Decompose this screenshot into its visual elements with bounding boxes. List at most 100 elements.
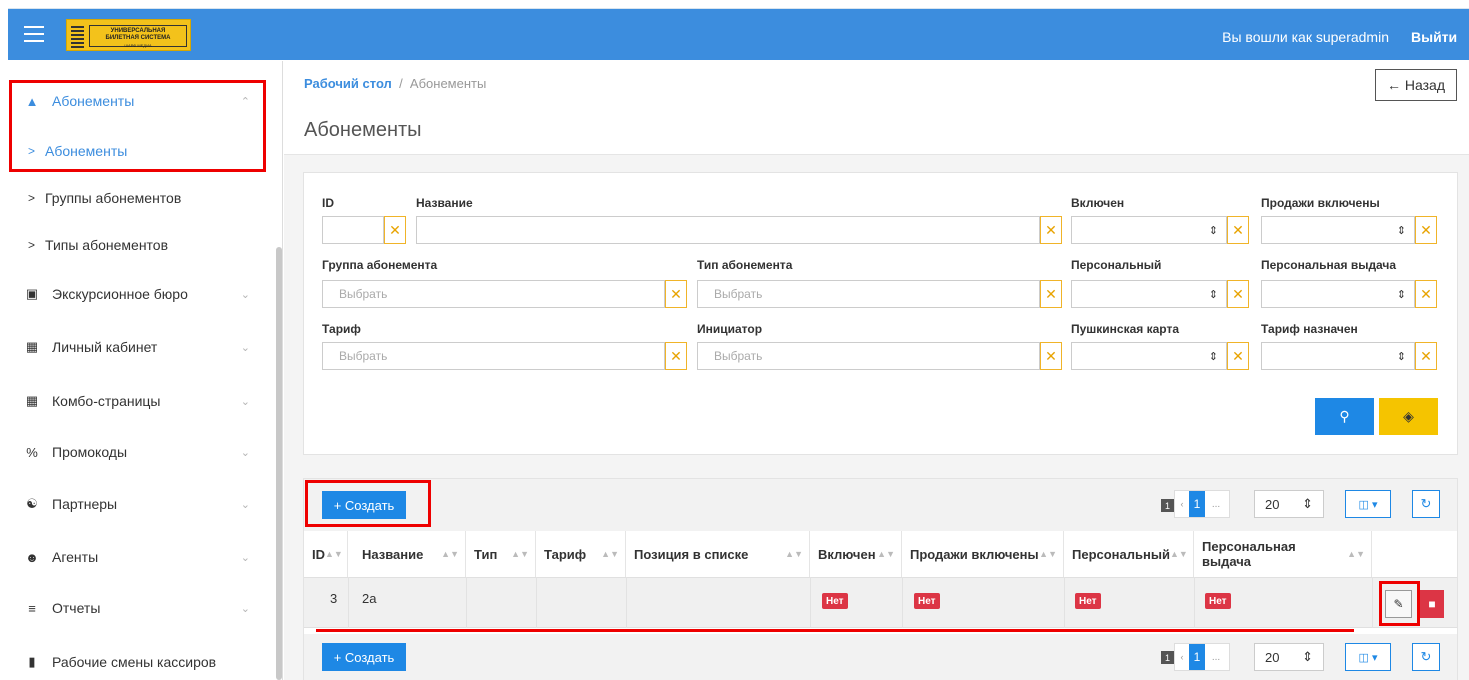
select-arrows-icon: ⇕ xyxy=(1208,350,1218,363)
clear-enabled-icon[interactable]: ✕ xyxy=(1227,216,1249,244)
sitemap-icon: ▲ xyxy=(25,93,39,109)
per-page-select[interactable]: 20 ⇕ xyxy=(1254,490,1324,518)
clear-id-icon[interactable]: ✕ xyxy=(384,216,406,244)
prev-page-icon[interactable]: ‹ xyxy=(1175,652,1189,662)
filter-personal-select[interactable]: ⇕ xyxy=(1071,280,1227,308)
trash-icon: ■ xyxy=(1428,597,1436,611)
filter-label-tariff-assigned: Тариф назначен xyxy=(1261,322,1358,336)
column-divider xyxy=(1194,577,1195,628)
sidebar-item-cashier-shifts[interactable]: ▮ Рабочие смены кассиров xyxy=(8,637,270,680)
sidebar-subitem-subscriptions[interactable]: > Абонементы xyxy=(8,127,270,175)
clear-pushkin-card-icon[interactable]: ✕ xyxy=(1227,342,1249,370)
column-header-position[interactable]: Позиция в списке ▲▼ xyxy=(626,531,810,577)
filter-group-select[interactable]: Выбрать xyxy=(322,280,665,308)
column-header-name[interactable]: Название ▲▼ xyxy=(348,531,466,577)
sidebar: ▲ Абонементы ⌃ > Абонементы > Группы або… xyxy=(8,61,283,680)
columns-toggle-button[interactable]: ◫ ▾ xyxy=(1345,490,1391,518)
filter-personal-issue-select[interactable]: ⇕ xyxy=(1261,280,1415,308)
clear-personal-issue-icon[interactable]: ✕ xyxy=(1415,280,1437,308)
sidebar-subitem-subscription-types[interactable]: > Типы абонементов xyxy=(8,221,270,269)
sort-icon: ▲▼ xyxy=(1347,549,1365,559)
filter-label-type: Тип абонемента xyxy=(697,258,793,272)
pagination-bottom: ‹ 1 ... xyxy=(1174,643,1230,671)
sidebar-item-reports[interactable]: ≡ Отчеты ⌄ xyxy=(8,583,270,633)
filter-label-tariff: Тариф xyxy=(322,322,361,336)
create-button[interactable]: + Создать xyxy=(322,491,406,519)
chevron-down-icon: ⌄ xyxy=(240,551,250,564)
filter-enabled-select[interactable]: ⇕ xyxy=(1071,216,1227,244)
logo-text: УНИВЕРСАЛЬНАЯ БИЛЕТНАЯ СИСТЕМА ШАРФ МЕДИ… xyxy=(89,25,187,48)
column-header-type[interactable]: Тип ▲▼ xyxy=(466,531,536,577)
search-button[interactable]: ⚲ xyxy=(1315,398,1374,435)
status-badge: Нет xyxy=(1075,593,1101,609)
page-title: Абонементы xyxy=(304,119,422,141)
logo[interactable]: УНИВЕРСАЛЬНАЯ БИЛЕТНАЯ СИСТЕМА ШАРФ МЕДИ… xyxy=(66,19,191,51)
filter-pushkin-card-select[interactable]: ⇕ xyxy=(1071,342,1227,370)
filter-name-input[interactable] xyxy=(416,216,1040,244)
sort-icon: ▲▼ xyxy=(441,549,459,559)
column-divider xyxy=(810,577,811,628)
breadcrumb-home-link[interactable]: Рабочий стол xyxy=(304,76,392,91)
filter-tariff-select[interactable]: Выбрать xyxy=(322,342,665,370)
select-arrows-icon: ⇕ xyxy=(1302,649,1313,664)
filter-type-select[interactable]: Выбрать xyxy=(697,280,1040,308)
refresh-icon: ↻ xyxy=(1420,496,1432,511)
select-arrows-icon: ⇕ xyxy=(1208,288,1218,301)
column-header-personal[interactable]: Персональный ▲▼ xyxy=(1064,531,1194,577)
pagination-current-page[interactable]: 1 xyxy=(1189,644,1205,670)
column-header-sales-enabled[interactable]: Продажи включены ▲▼ xyxy=(902,531,1064,577)
back-button[interactable]: ← Назад xyxy=(1375,69,1457,101)
clear-initiator-icon[interactable]: ✕ xyxy=(1040,342,1062,370)
sidebar-item-excursion-bureau[interactable]: ▣ Экскурсионное бюро ⌄ xyxy=(8,269,270,319)
columns-toggle-button-bottom[interactable]: ◫ ▾ xyxy=(1345,643,1391,671)
clear-personal-icon[interactable]: ✕ xyxy=(1227,280,1249,308)
sidebar-subitem-subscription-groups[interactable]: > Группы абонементов xyxy=(8,174,270,222)
clear-tariff-icon[interactable]: ✕ xyxy=(665,342,687,370)
pagination-current-page[interactable]: 1 xyxy=(1189,491,1205,517)
clear-sales-enabled-icon[interactable]: ✕ xyxy=(1415,216,1437,244)
refresh-button[interactable]: ↻ xyxy=(1412,490,1440,518)
column-divider xyxy=(902,577,903,628)
refresh-button-bottom[interactable]: ↻ xyxy=(1412,643,1440,671)
sidebar-item-partners[interactable]: ☯ Партнеры ⌄ xyxy=(8,479,270,529)
clear-type-icon[interactable]: ✕ xyxy=(1040,280,1062,308)
clear-group-icon[interactable]: ✕ xyxy=(665,280,687,308)
column-header-tariff[interactable]: Тариф ▲▼ xyxy=(536,531,626,577)
filter-initiator-select[interactable]: Выбрать xyxy=(697,342,1040,370)
sort-icon: ▲▼ xyxy=(877,549,895,559)
sidebar-item-promocodes[interactable]: % Промокоды ⌄ xyxy=(8,427,270,477)
pagination-more[interactable]: ... xyxy=(1205,499,1227,510)
chevron-up-icon: ⌃ xyxy=(240,95,250,108)
columns-icon: ◫ ▾ xyxy=(1358,498,1378,511)
page-count-indicator: 1 xyxy=(1161,651,1174,664)
percent-icon: % xyxy=(26,444,38,460)
clear-tariff-assigned-icon[interactable]: ✕ xyxy=(1415,342,1437,370)
logout-link[interactable]: Выйти xyxy=(1411,29,1469,45)
edit-button[interactable]: ✎ xyxy=(1385,590,1412,618)
breadcrumb-current: Абонементы xyxy=(409,76,487,91)
select-arrows-icon: ⇕ xyxy=(1208,224,1218,237)
sidebar-scrollbar[interactable] xyxy=(276,247,282,680)
create-button-bottom[interactable]: + Создать xyxy=(322,643,406,671)
clear-name-icon[interactable]: ✕ xyxy=(1040,216,1062,244)
sidebar-item-agents[interactable]: ☻ Агенты ⌄ xyxy=(8,532,270,582)
filter-id-input[interactable] xyxy=(322,216,384,244)
column-header-enabled[interactable]: Включен ▲▼ xyxy=(810,531,902,577)
list-icon: ≡ xyxy=(28,600,36,616)
filter-sales-enabled-select[interactable]: ⇕ xyxy=(1261,216,1415,244)
sidebar-item-personal-account[interactable]: ▦ Личный кабинет ⌄ xyxy=(8,322,270,372)
prev-page-icon[interactable]: ‹ xyxy=(1175,499,1189,509)
filter-label-name: Название xyxy=(416,196,473,210)
per-page-select-bottom[interactable]: 20 ⇕ xyxy=(1254,643,1324,671)
reset-filters-button[interactable]: ◈ xyxy=(1379,398,1438,435)
sidebar-item-subscriptions[interactable]: ▲ Абонементы ⌃ xyxy=(8,76,270,126)
sidebar-item-combo-pages[interactable]: ▦ Комбо-страницы ⌄ xyxy=(8,376,270,426)
column-header-id[interactable]: ID ▲▼ xyxy=(304,531,348,577)
delete-button[interactable]: ■ xyxy=(1420,590,1444,618)
hamburger-menu-icon[interactable] xyxy=(24,26,44,44)
filter-tariff-assigned-select[interactable]: ⇕ xyxy=(1261,342,1415,370)
select-arrows-icon: ⇕ xyxy=(1396,288,1406,301)
column-header-personal-issue[interactable]: Персональная выдача ▲▼ xyxy=(1194,531,1372,577)
pagination-more[interactable]: ... xyxy=(1205,652,1227,663)
table-row[interactable] xyxy=(304,577,1457,628)
